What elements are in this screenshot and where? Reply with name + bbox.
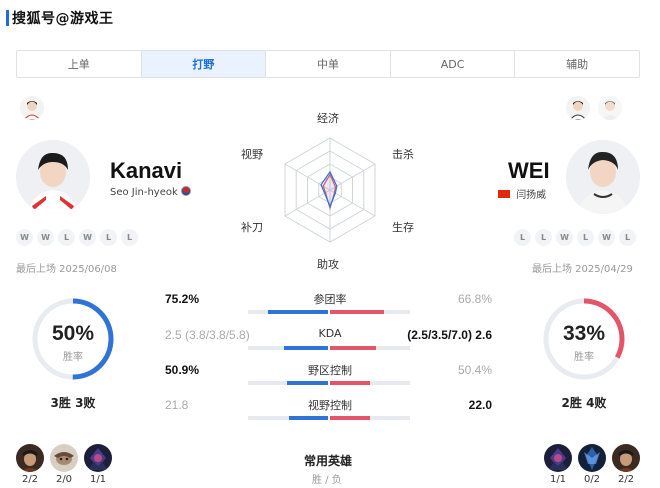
right-player-realname-row: 闫扬威 <box>498 186 546 201</box>
stat-left-track <box>248 381 328 385</box>
radar-label-assists: 助攻 <box>317 258 339 271</box>
form-result-badge: L <box>58 229 75 246</box>
stat-label: 视野控制 <box>308 399 352 412</box>
left-player-realname-row: Seo Jin-hyeok <box>110 186 191 198</box>
left-champion-2-record: 2/0 <box>55 474 73 485</box>
stat-left-value: 2.5 (3.8/3.8/5.8) <box>165 328 250 342</box>
left-player-avatar[interactable] <box>16 140 90 214</box>
korea-flag-icon <box>180 186 191 196</box>
right-winrate-label: 胜率 <box>574 352 594 363</box>
left-winrate-label: 胜率 <box>63 352 83 363</box>
right-winrate-value: 33% <box>562 322 606 345</box>
form-result-badge: W <box>79 229 96 246</box>
stat-right-track <box>330 310 410 314</box>
stat-left-track <box>248 346 328 350</box>
common-heroes-title: 常用英雄 <box>304 454 353 468</box>
position-tabs: 上单 打野 中单 ADC 辅助 <box>16 50 640 78</box>
left-champion-2-icon[interactable] <box>50 444 78 472</box>
radar-series-left <box>320 170 338 209</box>
right-champion-2-icon[interactable] <box>578 444 606 472</box>
stat-left-value: 75.2% <box>165 292 200 306</box>
left-player-name: Kanavi <box>110 158 183 183</box>
tab-mid[interactable]: 中单 <box>266 51 391 77</box>
stat-right-bar <box>330 346 376 350</box>
left-champion-1-record: 2/2 <box>21 474 39 485</box>
radar-chart <box>284 137 376 243</box>
left-champion-1-icon[interactable] <box>16 444 44 472</box>
right-champion-1-record: 1/1 <box>549 474 567 485</box>
stat-right-track <box>330 416 410 420</box>
stat-left-track <box>248 310 328 314</box>
left-recent-form: W W L W L L <box>16 229 138 246</box>
form-result-badge: W <box>598 229 615 246</box>
form-result-badge: W <box>16 229 33 246</box>
tab-jungle[interactable]: 打野 <box>141 51 267 77</box>
left-player-realname: Seo Jin-hyeok <box>110 187 178 198</box>
radar-label-economy: 经济 <box>317 112 339 125</box>
stat-right-value: 66.8% <box>457 292 492 306</box>
stat-label: 参团率 <box>313 293 347 306</box>
tab-adc[interactable]: ADC <box>391 51 516 77</box>
stat-left-bar <box>289 416 328 420</box>
tab-support[interactable]: 辅助 <box>515 51 639 77</box>
stat-left-bar <box>268 310 328 314</box>
stat-label: 野区控制 <box>308 364 352 377</box>
stat-right-track <box>330 346 410 350</box>
radar-label-kills: 击杀 <box>392 148 414 161</box>
right-champion-1-icon[interactable] <box>544 444 572 472</box>
radar-label-cs: 补刀 <box>241 221 263 234</box>
left-record: 3胜 3败 <box>50 396 96 410</box>
tab-top[interactable]: 上单 <box>17 51 142 77</box>
form-result-badge: L <box>121 229 138 246</box>
right-last-played: 最后上场 2025/04/29 <box>532 264 633 275</box>
right-recent-form: L L W L W L <box>514 229 636 246</box>
stat-left-value: 50.9% <box>165 363 200 377</box>
stat-right-bar <box>330 310 384 314</box>
right-player-name: WEI <box>508 158 550 183</box>
stat-right-value: 22.0 <box>468 398 492 412</box>
right-player-avatar[interactable] <box>566 140 640 214</box>
stat-left-bar <box>287 381 328 385</box>
stat-right-value: 50.4% <box>457 363 492 377</box>
china-flag-icon <box>498 190 510 198</box>
right-champion-3-record: 2/2 <box>617 474 635 485</box>
radar-label-survival: 生存 <box>392 221 414 234</box>
left-player-mini-avatar[interactable] <box>20 96 44 120</box>
right-champion-3-icon[interactable] <box>612 444 640 472</box>
stat-left-track <box>248 416 328 420</box>
right-champion-2-record: 0/2 <box>583 474 601 485</box>
right-player-mini-avatar-2[interactable] <box>598 96 622 120</box>
form-result-badge: W <box>556 229 573 246</box>
left-winrate-value: 50% <box>51 322 95 345</box>
left-last-played: 最后上场 2025/06/08 <box>16 264 117 275</box>
stat-left-value: 21.8 <box>165 398 189 412</box>
stat-left-bar <box>284 346 328 350</box>
section-accent <box>6 10 9 26</box>
right-record: 2胜 4败 <box>561 396 607 410</box>
form-result-badge: L <box>514 229 531 246</box>
common-heroes-subtitle: 胜 / 负 <box>312 475 342 486</box>
radar-label-vision: 视野 <box>241 148 263 161</box>
stat-right-bar <box>330 416 370 420</box>
form-result-badge: L <box>100 229 117 246</box>
stat-right-bar <box>330 381 370 385</box>
right-player-mini-avatar-1[interactable] <box>566 96 590 120</box>
form-result-badge: L <box>577 229 594 246</box>
right-player-realname: 闫扬威 <box>516 190 547 201</box>
left-champion-3-icon[interactable] <box>84 444 112 472</box>
left-champion-3-record: 1/1 <box>89 474 107 485</box>
form-result-badge: L <box>619 229 636 246</box>
stat-right-value: (2.5/3.5/7.0) 2.6 <box>407 328 492 342</box>
form-result-badge: W <box>37 229 54 246</box>
stat-label: KDA <box>318 327 342 340</box>
watermark: 搜狐号@游戏王 <box>12 11 114 27</box>
stat-right-track <box>330 381 410 385</box>
form-result-badge: L <box>535 229 552 246</box>
